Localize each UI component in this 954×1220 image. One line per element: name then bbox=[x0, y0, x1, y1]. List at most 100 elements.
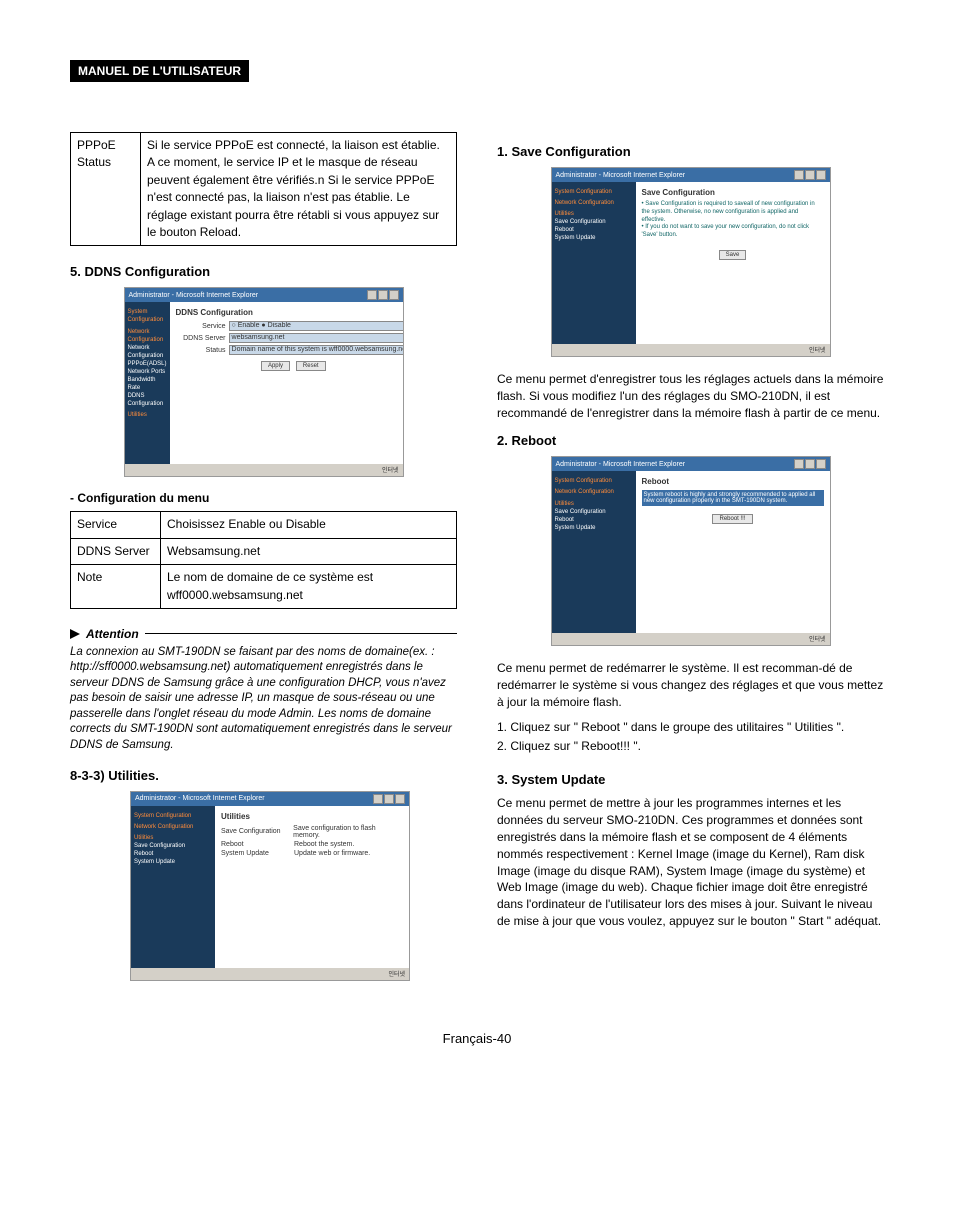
sidebar-item: Network Ports bbox=[128, 368, 167, 376]
arrow-icon bbox=[70, 629, 80, 639]
window-title: Administrator - Microsoft Internet Explo… bbox=[556, 172, 686, 179]
util-val: Reboot the system. bbox=[294, 841, 354, 848]
step-2: 2. Cliquez sur " Reboot!!! ". bbox=[497, 738, 884, 755]
reboot-steps: 1. Cliquez sur " Reboot " dans le groupe… bbox=[497, 719, 884, 755]
cell-k: DDNS Server bbox=[71, 538, 161, 564]
sidebar-item: Save Configuration bbox=[134, 842, 212, 850]
sidebar: System Configuration Network Configurati… bbox=[125, 302, 170, 464]
pppoe-label-cell: PPPoE Status bbox=[71, 133, 141, 246]
screenshot-reboot: Administrator - Microsoft Internet Explo… bbox=[551, 456, 831, 646]
sidebar-item: Network Configuration bbox=[555, 488, 633, 496]
sidebar-item: Utilities bbox=[555, 500, 633, 508]
pppoe-text-cell: Si le service PPPoE est connecté, la lia… bbox=[141, 133, 457, 246]
reboot-button[interactable]: Reboot !!! bbox=[712, 514, 752, 524]
main-panel: Save Configuration • Save Configuration … bbox=[636, 182, 830, 344]
field-label: DDNS Server bbox=[176, 335, 226, 342]
apply-button[interactable]: Apply bbox=[261, 361, 290, 371]
system-update-paragraph: Ce menu permet de mettre à jour les prog… bbox=[497, 795, 884, 929]
statusbar: 인터넷 bbox=[552, 633, 830, 645]
sidebar-item: Network Configuration bbox=[128, 328, 167, 344]
heading-save-config: 1. Save Configuration bbox=[497, 144, 884, 159]
window-controls-icon bbox=[794, 459, 826, 469]
panel-title: DDNS Configuration bbox=[176, 308, 404, 317]
sidebar-item: Bandwidth Rate bbox=[128, 376, 167, 392]
window-controls-icon bbox=[794, 170, 826, 180]
page-header: MANUEL DE L'UTILISATEUR bbox=[70, 60, 249, 82]
sidebar-item: Utilities bbox=[555, 210, 633, 218]
util-key: System Update bbox=[221, 850, 291, 857]
sidebar-item: System Configuration bbox=[134, 812, 212, 820]
heading-reboot: 2. Reboot bbox=[497, 433, 884, 448]
util-key: Reboot bbox=[221, 841, 291, 848]
sidebar-item: Network Configuration bbox=[128, 344, 167, 360]
main-panel: DDNS Configuration Service○ Enable ● Dis… bbox=[170, 302, 404, 464]
util-val: Update web or firmware. bbox=[294, 850, 370, 857]
window-controls-icon bbox=[367, 290, 399, 300]
statusbar: 인터넷 bbox=[552, 344, 830, 356]
heading-config-menu: - Configuration du menu bbox=[70, 491, 457, 505]
reboot-note-box: System reboot is highly and strongly rec… bbox=[642, 490, 824, 506]
panel-title: Utilities bbox=[221, 812, 403, 821]
right-column: 1. Save Configuration Administrator - Mi… bbox=[497, 132, 884, 995]
sidebar-item: Utilities bbox=[128, 411, 167, 419]
sidebar-item: Utilities bbox=[134, 834, 212, 842]
save-button[interactable]: Save bbox=[719, 250, 747, 260]
util-val: Save configuration to flash memory. bbox=[293, 825, 403, 839]
sidebar: System Configuration Network Configurati… bbox=[552, 471, 636, 633]
note-line: • Save Configuration is required to save… bbox=[642, 201, 824, 224]
field-label: Service bbox=[176, 323, 226, 330]
sidebar-item: System Configuration bbox=[128, 308, 167, 324]
window-controls-icon bbox=[373, 794, 405, 804]
main-panel: Utilities Save ConfigurationSave configu… bbox=[215, 806, 409, 968]
left-column: PPPoE Status Si le service PPPoE est con… bbox=[70, 132, 457, 995]
field-value: ○ Enable ● Disable bbox=[229, 321, 404, 331]
sidebar-item: System Configuration bbox=[555, 188, 633, 196]
sidebar: System Configuration Network Configurati… bbox=[131, 806, 215, 968]
save-config-paragraph: Ce menu permet d'enregistrer tous les ré… bbox=[497, 371, 884, 421]
statusbar: 인터넷 bbox=[131, 968, 409, 980]
sidebar-item: Save Configuration bbox=[555, 508, 633, 516]
attention-label: Attention bbox=[86, 627, 139, 641]
note-line: • If you do not want to save your new co… bbox=[642, 224, 824, 240]
panel-title: Reboot bbox=[642, 477, 824, 486]
cell-v: Choisissez Enable ou Disable bbox=[161, 512, 457, 538]
cell-k: Note bbox=[71, 565, 161, 609]
sidebar: System Configuration Network Configurati… bbox=[552, 182, 636, 344]
sidebar-item: Reboot bbox=[134, 850, 212, 858]
reset-button[interactable]: Reset bbox=[296, 361, 326, 371]
cell-v: Le nom de domaine de ce système est wff0… bbox=[161, 565, 457, 609]
sidebar-item: System Configuration bbox=[555, 477, 633, 485]
main-panel: Reboot System reboot is highly and stron… bbox=[636, 471, 830, 633]
sidebar-item: Reboot bbox=[555, 516, 633, 524]
window-title: Administrator - Microsoft Internet Explo… bbox=[135, 795, 265, 802]
field-label: Status bbox=[176, 347, 226, 354]
cell-k: Service bbox=[71, 512, 161, 538]
pppoe-status-table: PPPoE Status Si le service PPPoE est con… bbox=[70, 132, 457, 246]
heading-utilities: 8-3-3) Utilities. bbox=[70, 768, 457, 783]
sidebar-item: Network Configuration bbox=[555, 199, 633, 207]
attention-body: La connexion au SMT-190DN se faisant par… bbox=[70, 645, 457, 754]
field-value: Domain name of this system is wff0000.we… bbox=[229, 345, 404, 355]
heading-system-update: 3. System Update bbox=[497, 772, 884, 787]
screenshot-save-config: Administrator - Microsoft Internet Explo… bbox=[551, 167, 831, 357]
sidebar-item: Network Configuration bbox=[134, 823, 212, 831]
screenshot-utilities: Administrator - Microsoft Internet Explo… bbox=[130, 791, 410, 981]
attention-callout: Attention La connexion au SMT-190DN se f… bbox=[70, 627, 457, 754]
step-1: 1. Cliquez sur " Reboot " dans le groupe… bbox=[497, 719, 884, 736]
sidebar-item: System Update bbox=[134, 858, 212, 866]
sidebar-item: System Update bbox=[555, 234, 633, 242]
util-key: Save Configuration bbox=[221, 828, 290, 835]
field-value: websamsung.net bbox=[229, 333, 404, 343]
cell-v: Websamsung.net bbox=[161, 538, 457, 564]
rule-line bbox=[145, 633, 457, 634]
sidebar-item: System Update bbox=[555, 524, 633, 532]
sidebar-item: Save Configuration bbox=[555, 218, 633, 226]
reboot-paragraph: Ce menu permet de redémarrer le système.… bbox=[497, 660, 884, 710]
window-title: Administrator - Microsoft Internet Explo… bbox=[556, 461, 686, 468]
heading-ddns-config: 5. DDNS Configuration bbox=[70, 264, 457, 279]
statusbar: 인터넷 bbox=[125, 464, 403, 476]
sidebar-item: Reboot bbox=[555, 226, 633, 234]
window-title: Administrator - Microsoft Internet Explo… bbox=[129, 292, 259, 299]
panel-title: Save Configuration bbox=[642, 188, 824, 197]
sidebar-item: PPPoE(ADSL) bbox=[128, 360, 167, 368]
